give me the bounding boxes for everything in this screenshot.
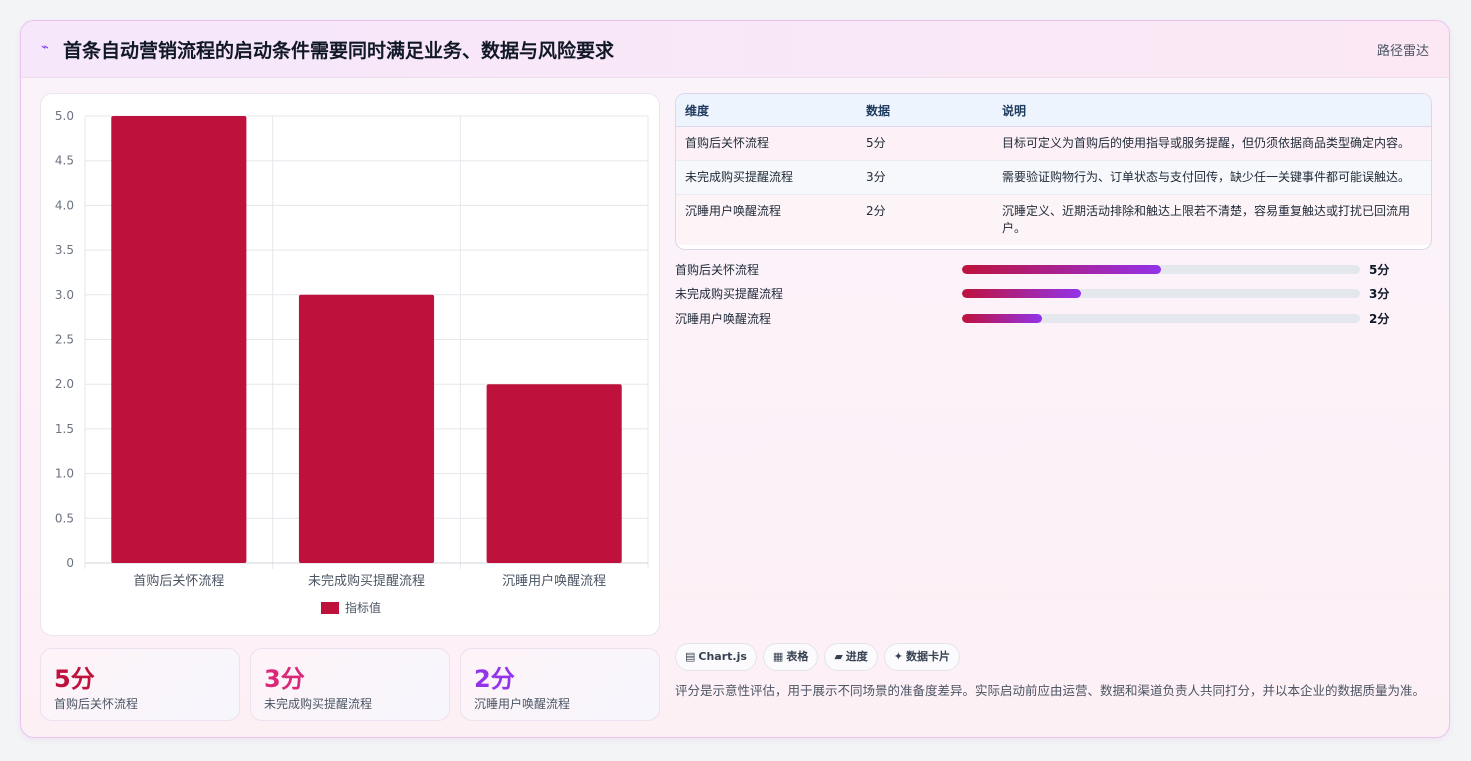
table-cell: 沉睡用户唤醒流程 (676, 194, 857, 245)
data-table: 维度 数据 说明 首购后关怀流程 5分 目标可定义为首购后的使用指导或服务提醒，… (675, 93, 1432, 250)
table-header-row: 维度 数据 说明 (676, 94, 1431, 127)
chip-label: 表格 (786, 650, 809, 663)
table-cell: 目标可定义为首购后的使用指导或服务提醒，但仍须依据商品类型确定内容。 (993, 126, 1431, 161)
table-row: 沉睡用户唤醒流程 2分 沉睡定义、近期活动排除和触达上限若不清楚，容易重复触达或… (676, 194, 1431, 245)
progress-fill (962, 265, 1161, 274)
y-tick-label: 3.5 (55, 243, 74, 257)
feature-chips: ▤ Chart.js ▦ 表格 ▰ 进度 ✦ 数据卡片 (675, 643, 966, 671)
progress-fill (962, 289, 1082, 298)
progress-label: 首购后关怀流程 (675, 263, 760, 277)
page-title: 首条自动营销流程的启动条件需要同时满足业务、数据与风险要求 (63, 40, 615, 62)
stat-value: 5分 (54, 665, 95, 693)
y-tick-label: 1.0 (55, 467, 74, 481)
x-tick-label: 沉睡用户唤醒流程 (502, 573, 606, 589)
table-cell: 5分 (857, 126, 993, 161)
chip-label: 数据卡片 (906, 650, 951, 663)
chip-label: Chart.js (698, 650, 747, 663)
bar (486, 384, 622, 563)
stat-label: 沉睡用户唤醒流程 (474, 697, 571, 711)
radar-link[interactable]: 路径雷达 (1377, 40, 1429, 59)
bar (111, 116, 247, 563)
progress-track (962, 289, 1360, 298)
table-row: 首购后关怀流程 5分 目标可定义为首购后的使用指导或服务提醒，但仍须依据商品类型… (676, 126, 1431, 161)
table-cell: 3分 (857, 160, 993, 195)
y-tick-label: 3.0 (55, 288, 74, 302)
y-tick-label: 2.5 (55, 333, 74, 347)
stat-label: 首购后关怀流程 (54, 697, 139, 711)
progress-value: 2分 (1369, 312, 1390, 326)
chip-progress[interactable]: ▰ 进度 (824, 643, 878, 671)
col-header-dimension: 维度 (676, 94, 857, 127)
bar-chart: 5.0 4.5 4.0 3.5 3.0 2.5 2.0 1.5 1.0 0.5 0 首购后关怀流程 未完… (55, 109, 649, 615)
col-header-data: 数据 (857, 94, 993, 127)
table-icon: ▦ (772, 650, 784, 663)
stat-value: 3分 (264, 665, 305, 693)
y-tick-label: 0.5 (55, 511, 74, 525)
bar-chart-panel: 5.0 4.5 4.0 3.5 3.0 2.5 2.0 1.5 1.0 0.5 0 首购后关怀流程 未完… (40, 93, 660, 636)
progress-row-1: 首购后关怀流程 5分 (675, 259, 1405, 279)
stat-card-2: 3分 未完成购买提醒流程 (250, 648, 450, 721)
progress-label: 未完成购买提醒流程 (675, 287, 784, 301)
route-icon: ⌁ (41, 40, 49, 55)
progress-label: 沉睡用户唤醒流程 (675, 312, 772, 326)
card-header: ⌁ 首条自动营销流程的启动条件需要同时满足业务、数据与风险要求 路径雷达 (21, 21, 1449, 78)
report-card: ⌁ 首条自动营销流程的启动条件需要同时满足业务、数据与风险要求 路径雷达 5.0… (20, 20, 1450, 738)
x-tick-label: 首购后关怀流程 (133, 573, 224, 589)
stat-value: 2分 (474, 665, 515, 693)
table-cell: 首购后关怀流程 (676, 126, 857, 161)
stat-card-3: 2分 沉睡用户唤醒流程 (460, 648, 660, 721)
table-cell: 未完成购买提醒流程 (676, 160, 857, 195)
progress-row-2: 未完成购买提醒流程 3分 (675, 283, 1405, 303)
chip-table[interactable]: ▦ 表格 (762, 643, 819, 671)
y-tick-label: 2.0 (55, 377, 74, 391)
legend-label: 指标值 (345, 600, 381, 615)
stat-label: 未完成购买提醒流程 (264, 697, 373, 711)
table-cell: 2分 (857, 194, 993, 245)
chart-icon: ▤ (685, 650, 696, 663)
chip-chartjs[interactable]: ▤ Chart.js (675, 643, 757, 671)
progress-icon: ▰ (834, 650, 843, 663)
progress-value: 3分 (1369, 287, 1390, 301)
progress-track (962, 265, 1360, 274)
table-cell: 需要验证购物行为、订单状态与支付回传，缺少任一关键事件都可能误触达。 (993, 160, 1431, 195)
progress-value: 5分 (1369, 263, 1390, 277)
progress-track (962, 314, 1360, 323)
y-tick-label: 4.0 (55, 198, 74, 212)
table-row: 未完成购买提醒流程 3分 需要验证购物行为、订单状态与支付回传，缺少任一关键事件… (676, 160, 1431, 195)
footnote: 评分是示意性评估，用于展示不同场景的准备度差异。实际启动前应由运营、数据和渠道负… (675, 683, 1426, 698)
legend-swatch (321, 602, 339, 614)
chip-data-card[interactable]: ✦ 数据卡片 (883, 643, 961, 671)
stat-card-1: 5分 首购后关怀流程 (40, 648, 240, 721)
y-tick-label: 1.5 (55, 422, 74, 436)
col-header-description: 说明 (993, 94, 1431, 127)
card-icon: ✦ (893, 650, 904, 663)
bar (298, 294, 435, 563)
progress-fill (962, 314, 1042, 323)
chip-label: 进度 (845, 650, 868, 663)
progress-row-3: 沉睡用户唤醒流程 2分 (675, 308, 1405, 328)
y-tick-label: 4.5 (55, 154, 74, 168)
x-tick-label: 未完成购买提醒流程 (308, 573, 425, 589)
y-tick-label: 0 (66, 556, 74, 570)
table-cell: 沉睡定义、近期活动排除和触达上限若不清楚，容易重复触达或打扰已回流用户。 (993, 194, 1431, 245)
y-tick-label: 5.0 (55, 109, 74, 123)
